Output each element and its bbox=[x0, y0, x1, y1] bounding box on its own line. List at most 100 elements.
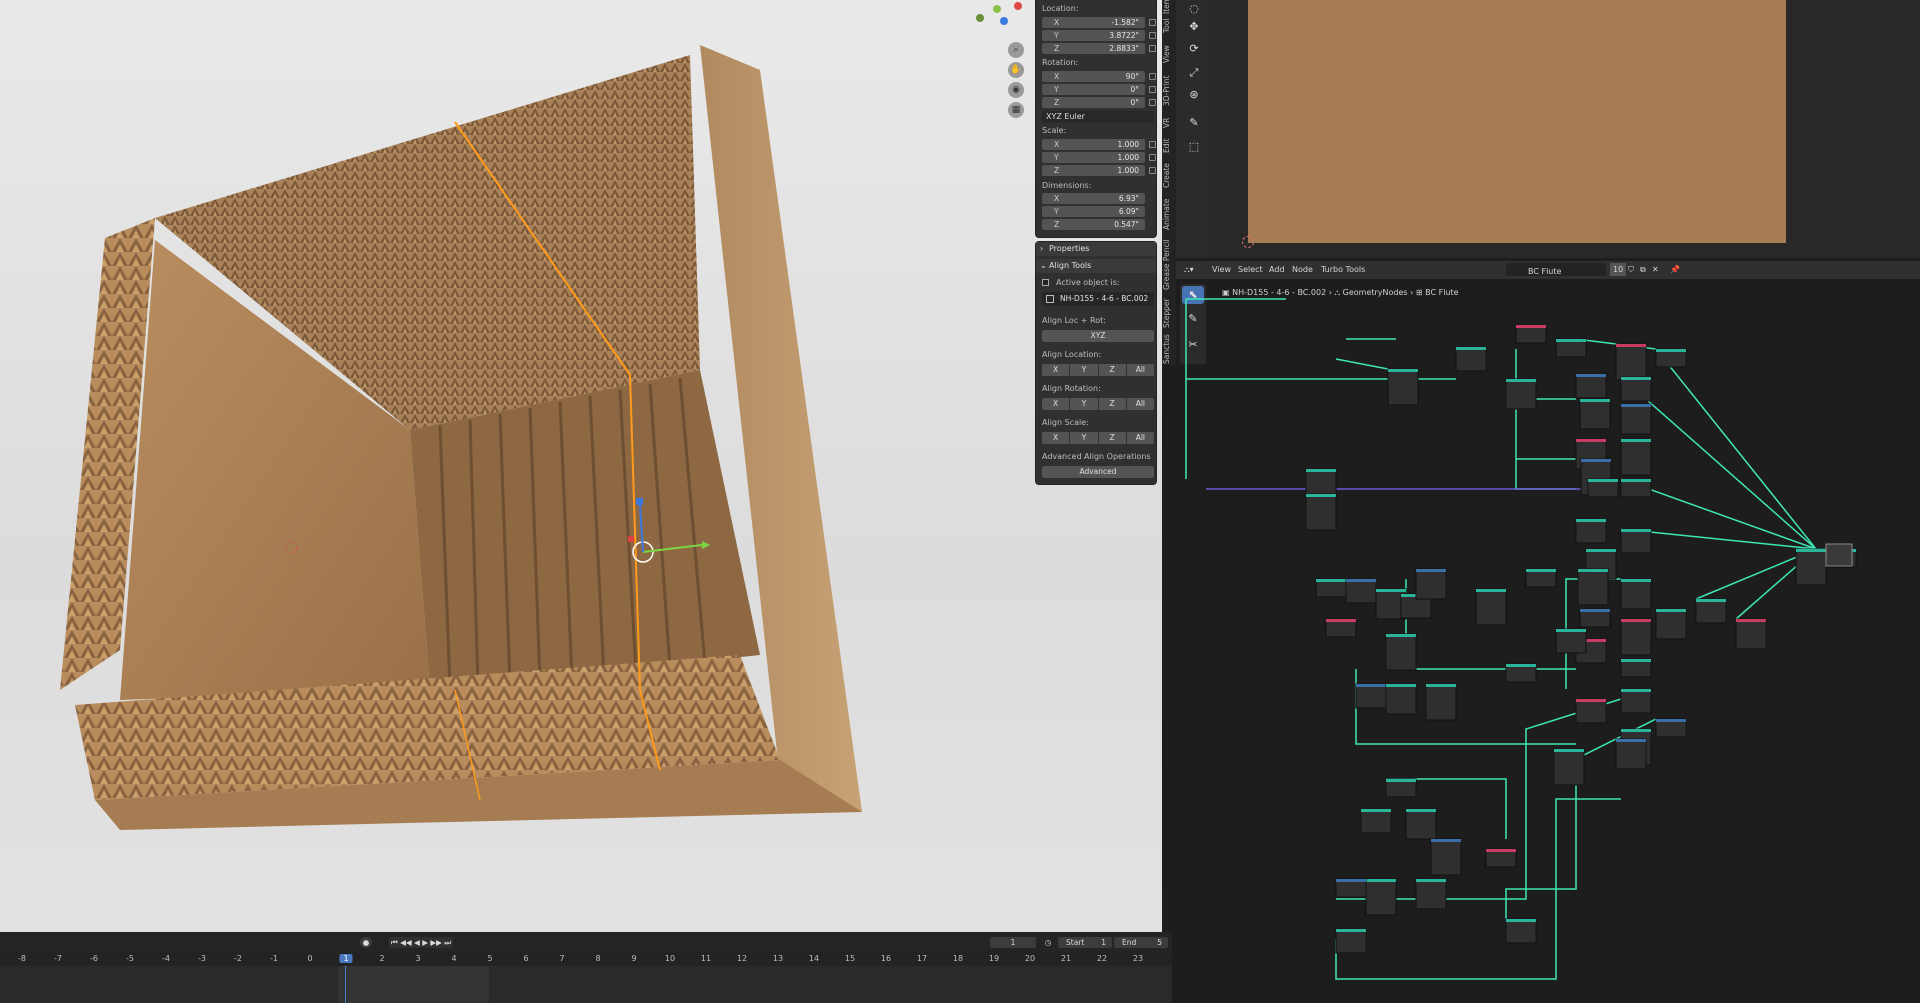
lock-icon[interactable] bbox=[1149, 99, 1156, 106]
graph-node[interactable] bbox=[1620, 618, 1652, 656]
graph-node[interactable] bbox=[1455, 346, 1487, 372]
scale-y-field[interactable]: Y 1.000 bbox=[1042, 152, 1145, 163]
annotate-icon[interactable]: ✎ bbox=[1183, 114, 1205, 132]
align-rotation-y[interactable]: Y bbox=[1070, 398, 1098, 410]
align-scale-z[interactable]: Z bbox=[1098, 432, 1126, 444]
graph-node[interactable] bbox=[1365, 878, 1397, 916]
menu-select[interactable]: Select bbox=[1238, 265, 1263, 274]
dimension-y-field[interactable]: Y 6.09" bbox=[1042, 206, 1145, 217]
tab-view[interactable]: View bbox=[1162, 42, 1176, 66]
lock-icon[interactable] bbox=[1149, 32, 1156, 39]
tab-stepper[interactable]: Stepper bbox=[1162, 296, 1176, 330]
graph-node[interactable] bbox=[1325, 618, 1357, 638]
tab-animate[interactable]: Animate bbox=[1162, 194, 1176, 234]
record-icon[interactable]: ● bbox=[360, 937, 372, 948]
align-scale-y[interactable]: Y bbox=[1070, 432, 1098, 444]
checkbox-active[interactable] bbox=[1042, 279, 1049, 286]
tab-vr[interactable]: VR bbox=[1162, 114, 1176, 132]
graph-node[interactable] bbox=[1555, 338, 1587, 358]
graph-node[interactable] bbox=[1525, 568, 1557, 588]
graph-node[interactable] bbox=[1620, 403, 1652, 435]
dimension-z-field[interactable]: Z 0.547" bbox=[1042, 219, 1145, 230]
move-icon[interactable]: ✥ bbox=[1183, 18, 1205, 36]
graph-node[interactable] bbox=[1575, 373, 1607, 399]
tab-item[interactable]: Item bbox=[1162, 0, 1176, 14]
playback-controls[interactable]: ⏮ ◀◀ ◀ ▶ ▶▶ ⏭ bbox=[389, 937, 453, 948]
graph-node[interactable] bbox=[1335, 928, 1367, 954]
graph-node[interactable] bbox=[1615, 343, 1647, 381]
lock-icon[interactable] bbox=[1149, 167, 1156, 174]
properties-header[interactable]: › Properties bbox=[1036, 242, 1156, 256]
end-frame-field[interactable]: End 5 bbox=[1114, 937, 1168, 948]
camera-view-icon[interactable]: ◉ bbox=[1008, 82, 1024, 98]
graph-node[interactable] bbox=[1385, 633, 1417, 671]
graph-node[interactable] bbox=[1355, 683, 1387, 709]
align-tools-header[interactable]: ⌄ Align Tools bbox=[1036, 259, 1156, 273]
tab-tool[interactable]: Tool bbox=[1162, 14, 1176, 38]
advanced-button[interactable]: Advanced bbox=[1042, 466, 1154, 478]
playhead-line[interactable] bbox=[345, 966, 346, 1003]
rotation-y-field[interactable]: Y 0° bbox=[1042, 84, 1145, 95]
transform-icon[interactable]: ⊛ bbox=[1183, 86, 1205, 104]
menu-node[interactable]: Node bbox=[1292, 265, 1313, 274]
location-y-field[interactable]: Y 3.8722" bbox=[1042, 30, 1145, 41]
graph-node[interactable] bbox=[1415, 878, 1447, 910]
graph-node[interactable] bbox=[1620, 528, 1652, 554]
align-rotation-all[interactable]: All bbox=[1126, 398, 1154, 410]
graph-node[interactable] bbox=[1655, 718, 1687, 738]
align-location-x[interactable]: X bbox=[1042, 364, 1070, 376]
graph-node[interactable] bbox=[1430, 838, 1462, 876]
scale-z-field[interactable]: Z 1.000 bbox=[1042, 165, 1145, 176]
graph-node[interactable] bbox=[1387, 368, 1419, 406]
sample-icon[interactable]: ⬚ bbox=[1183, 138, 1205, 156]
menu-add[interactable]: Add bbox=[1269, 265, 1285, 274]
current-frame-field[interactable]: 1 bbox=[990, 937, 1036, 948]
rotation-x-field[interactable]: X 90° bbox=[1042, 71, 1145, 82]
duplicate-icon[interactable]: ⧉ bbox=[1640, 265, 1646, 275]
tab-edit[interactable]: Edit bbox=[1162, 134, 1176, 158]
pin-icon[interactable]: 📌 bbox=[1670, 265, 1680, 274]
zoom-icon[interactable]: ⌕ bbox=[1008, 42, 1024, 58]
graph-node[interactable] bbox=[1575, 698, 1607, 724]
graph-node[interactable] bbox=[1385, 683, 1417, 715]
close-icon[interactable]: ✕ bbox=[1652, 265, 1659, 274]
graph-node[interactable] bbox=[1579, 398, 1611, 430]
graph-node[interactable] bbox=[1415, 568, 1447, 600]
graph-node[interactable] bbox=[1555, 628, 1587, 654]
graph-node[interactable] bbox=[1620, 578, 1652, 610]
menu-turbo-tools[interactable]: Turbo Tools bbox=[1321, 265, 1365, 274]
graph-node[interactable] bbox=[1575, 518, 1607, 544]
align-rotation-z[interactable]: Z bbox=[1098, 398, 1126, 410]
location-z-field[interactable]: Z 2.8833" bbox=[1042, 43, 1145, 54]
graph-node[interactable] bbox=[1385, 778, 1417, 798]
graph-node[interactable] bbox=[1620, 478, 1652, 498]
location-x-field[interactable]: X -1.582" bbox=[1042, 17, 1145, 28]
3d-viewport[interactable]: ⌕ ✋ ◉ ▦ bbox=[0, 0, 1162, 932]
align-location-y[interactable]: Y bbox=[1070, 364, 1098, 376]
lock-icon[interactable] bbox=[1149, 154, 1156, 161]
graph-node[interactable] bbox=[1475, 588, 1507, 626]
align-location-z[interactable]: Z bbox=[1098, 364, 1126, 376]
lock-icon[interactable] bbox=[1149, 86, 1156, 93]
rotation-mode-select[interactable]: XYZ Euler bbox=[1042, 111, 1154, 123]
graph-node[interactable] bbox=[1345, 578, 1377, 604]
editor-type-icon[interactable]: ⛬▾ bbox=[1184, 265, 1194, 275]
align-scale-x[interactable]: X bbox=[1042, 432, 1070, 444]
node-group-selector[interactable]: BC Flute bbox=[1506, 263, 1606, 276]
fake-user-icon[interactable]: ⛉ bbox=[1628, 265, 1634, 275]
graph-node[interactable] bbox=[1515, 324, 1547, 344]
lock-icon[interactable] bbox=[1149, 141, 1156, 148]
graph-node[interactable] bbox=[1579, 608, 1611, 628]
align-scale-all[interactable]: All bbox=[1126, 432, 1154, 444]
graph-node[interactable] bbox=[1695, 598, 1727, 624]
align-rotation-x[interactable]: X bbox=[1042, 398, 1070, 410]
tab-3d-print[interactable]: 3D-Print bbox=[1162, 72, 1176, 110]
users-count[interactable]: 10 bbox=[1610, 263, 1626, 276]
group-output-node[interactable] bbox=[1825, 543, 1853, 567]
tab-sanctus[interactable]: Sanctus bbox=[1162, 332, 1176, 366]
scale-icon[interactable]: ⤢ bbox=[1183, 64, 1205, 82]
clock-icon[interactable]: ◷ bbox=[1042, 937, 1054, 948]
graph-node[interactable] bbox=[1315, 578, 1347, 598]
lock-icon[interactable] bbox=[1149, 45, 1156, 52]
graph-node[interactable] bbox=[1620, 658, 1652, 678]
